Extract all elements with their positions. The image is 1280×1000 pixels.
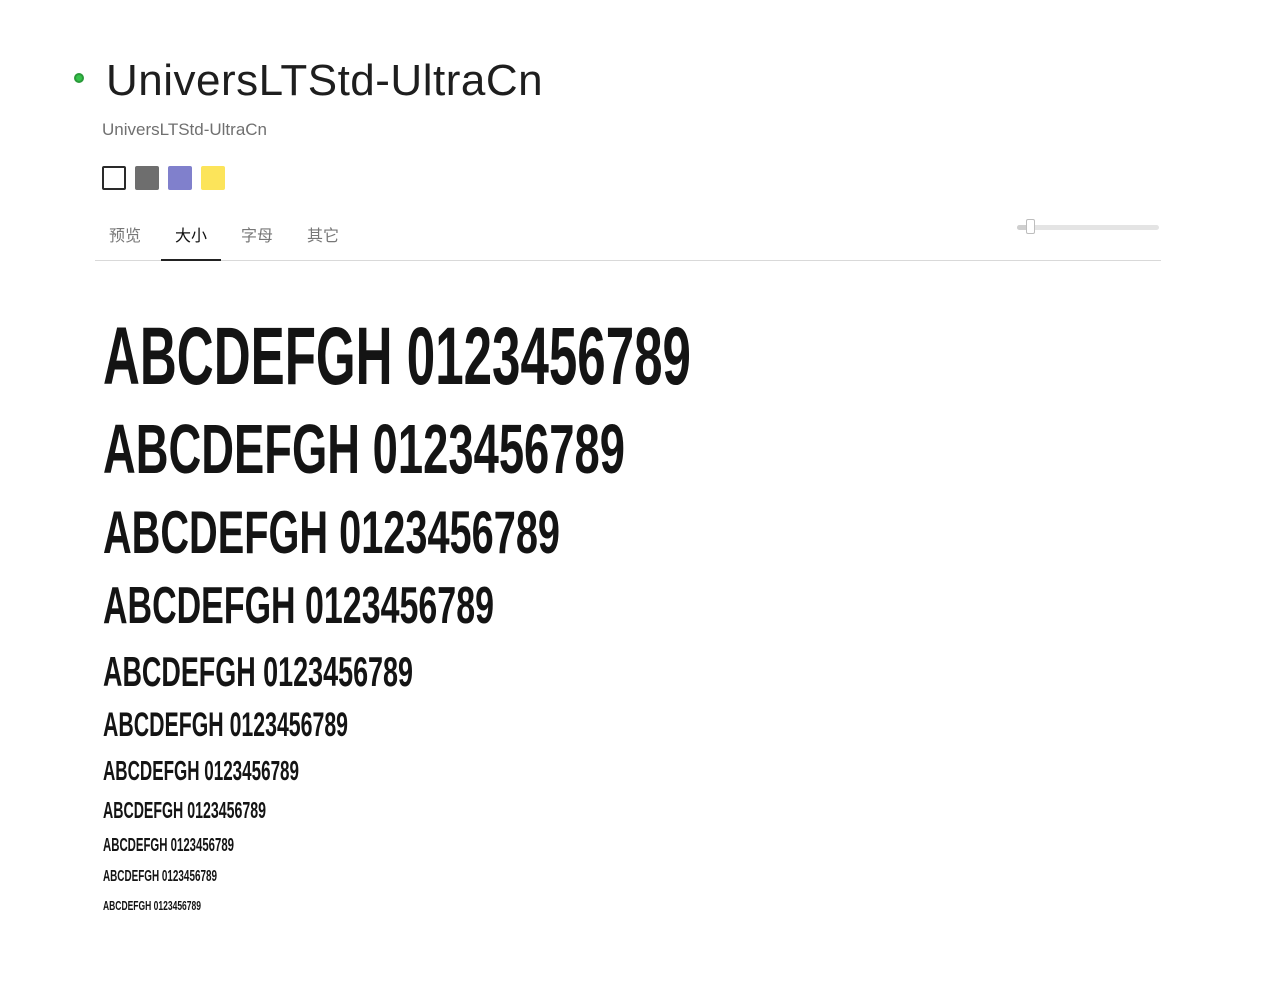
font-subtitle: UniversLTStd-UltraCn xyxy=(102,120,268,139)
sample-line: ABCDEFGH 0123456789 xyxy=(103,410,625,488)
sample-line: ABCDEFGH 0123456789 xyxy=(103,797,266,823)
tab-preview[interactable]: 预览 xyxy=(95,218,155,260)
swatch-lavender[interactable] xyxy=(168,166,192,190)
slider-thumb[interactable] xyxy=(1025,219,1035,234)
swatch-yellow[interactable] xyxy=(201,166,225,190)
color-swatches xyxy=(102,166,225,190)
swatch-gray[interactable] xyxy=(135,166,159,190)
sample-line: ABCDEFGH 0123456789 xyxy=(103,311,691,402)
size-slider[interactable] xyxy=(1017,219,1159,235)
sample-line: ABCDEFGH 0123456789 xyxy=(103,898,202,913)
status-dot xyxy=(74,73,84,83)
tab-other[interactable]: 其它 xyxy=(293,218,353,260)
slider-track[interactable] xyxy=(1017,225,1159,230)
sample-line: ABCDEFGH 0123456789 xyxy=(103,835,234,855)
swatch-white[interactable] xyxy=(102,166,126,190)
tab-letters[interactable]: 字母 xyxy=(227,218,287,260)
font-title: UniversLTStd-UltraCn xyxy=(106,56,544,105)
sample-line: ABCDEFGH 0123456789 xyxy=(103,755,300,786)
tab-size[interactable]: 大小 xyxy=(161,218,221,261)
sample-line: ABCDEFGH 0123456789 xyxy=(103,868,217,885)
tab-bar: 预览 大小 字母 其它 xyxy=(95,218,1161,261)
sample-line: ABCDEFGH 0123456789 xyxy=(103,648,414,695)
sample-line: ABCDEFGH 0123456789 xyxy=(103,499,561,566)
sample-line: ABCDEFGH 0123456789 xyxy=(103,706,349,744)
sample-line: ABCDEFGH 0123456789 xyxy=(103,577,494,635)
